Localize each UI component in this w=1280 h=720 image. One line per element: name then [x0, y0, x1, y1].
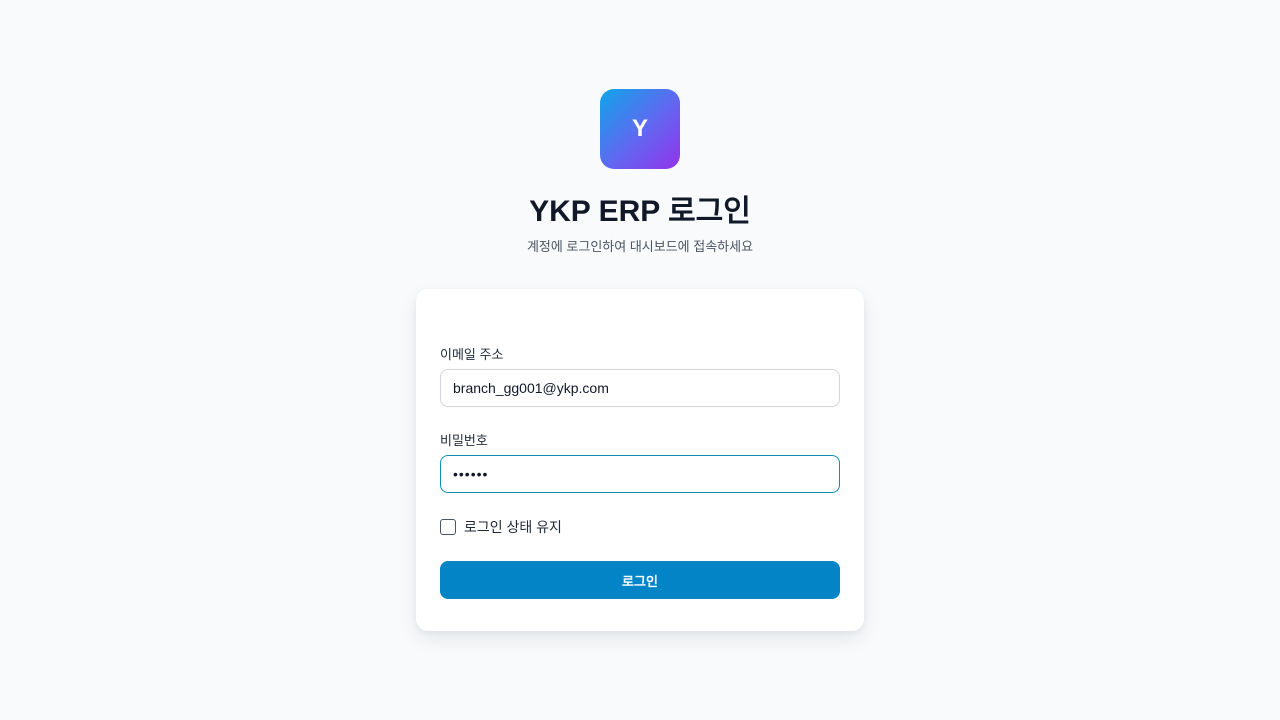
email-label: 이메일 주소 — [440, 347, 504, 362]
password-label: 비밀번호 — [440, 433, 488, 448]
remember-me-label[interactable]: 로그인 상태 유지 — [464, 517, 562, 537]
app-logo: Y — [600, 89, 680, 169]
email-field[interactable] — [440, 369, 840, 407]
login-page: Y YKP ERP 로그인 계정에 로그인하여 대시보드에 접속하세요 이메일 … — [0, 0, 1280, 720]
password-field[interactable] — [440, 455, 840, 493]
remember-me[interactable]: 로그인 상태 유지 — [440, 518, 562, 536]
page-subtitle: 계정에 로그인하여 대시보드에 접속하세요 — [526, 239, 754, 254]
login-button[interactable]: 로그인 — [440, 561, 840, 599]
page-title: YKP ERP 로그인 — [529, 195, 751, 228]
remember-me-checkbox[interactable] — [440, 519, 456, 535]
logo-letter: Y — [631, 115, 648, 142]
login-card: 이메일 주소 비밀번호 로그인 상태 유지 로그인 — [416, 289, 864, 631]
